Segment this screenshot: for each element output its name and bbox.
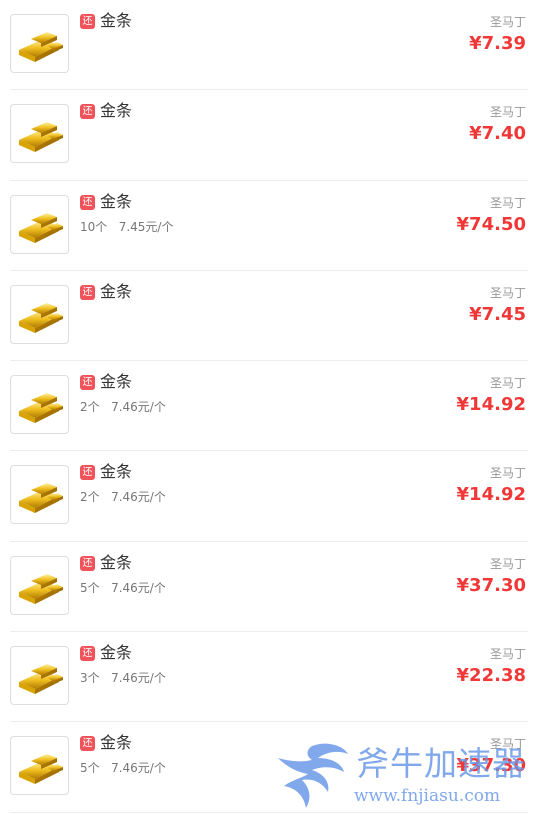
item-name: 金条 — [100, 372, 133, 392]
seller-name: 圣马丁 — [489, 647, 526, 662]
return-badge: 还 — [80, 736, 95, 752]
item-quantity: 3个 7.46元/个 — [80, 671, 166, 686]
item-quantity: 2个 7.46元/个 — [80, 490, 166, 505]
seller-name: 圣马丁 — [489, 195, 526, 210]
list-item[interactable]: 还 金条 圣马丁 ¥7.39 — [10, 0, 528, 91]
item-price: ¥14.92 — [456, 394, 526, 416]
list-item[interactable]: 还 金条 10个 7.45元/个 圣马丁 ¥74.50 — [10, 181, 528, 271]
list-item[interactable]: 还 金条 圣马丁 ¥7.45 — [10, 271, 528, 362]
item-price: ¥37.30 — [456, 574, 526, 596]
gold-bar-icon[interactable] — [10, 104, 69, 164]
return-badge: 还 — [80, 555, 95, 571]
return-badge: 还 — [80, 284, 95, 300]
return-badge: 还 — [80, 465, 95, 481]
item-quantity: 5个 7.46元/个 — [80, 761, 166, 776]
gold-bar-icon[interactable] — [10, 736, 69, 796]
return-badge: 还 — [80, 646, 95, 662]
gold-bar-icon[interactable] — [10, 646, 69, 706]
seller-name: 圣马丁 — [489, 556, 526, 571]
list-item[interactable]: 还 金条 5个 7.46元/个 圣马丁 ¥37.30 — [10, 542, 528, 633]
list-item[interactable]: 还 金条 2个 7.46元/个 圣马丁 ¥14.92 — [10, 451, 528, 542]
item-name: 金条 — [100, 191, 133, 211]
list-item[interactable]: 还 金条 5个 7.46元/个 圣马丁 ¥37.30 — [10, 722, 528, 813]
return-badge: 还 — [80, 104, 95, 120]
gold-bar-icon[interactable] — [10, 465, 69, 525]
gold-bar-icon[interactable] — [10, 284, 69, 344]
item-price: ¥7.39 — [469, 33, 526, 54]
item-quantity: 2个 7.46元/个 — [80, 400, 166, 415]
item-name: 金条 — [100, 552, 133, 572]
seller-name: 圣马丁 — [489, 466, 526, 481]
item-name: 金条 — [100, 101, 133, 121]
gold-bar-icon[interactable] — [10, 555, 69, 615]
item-price: ¥37.30 — [456, 755, 526, 777]
item-price: ¥7.45 — [469, 303, 526, 325]
list-item[interactable]: 还 金条 圣马丁 ¥7.40 — [10, 90, 528, 181]
seller-name: 圣马丁 — [489, 105, 526, 120]
item-name: 金条 — [100, 643, 133, 663]
return-badge: 还 — [80, 194, 95, 210]
item-name: 金条 — [100, 11, 133, 30]
item-price: ¥22.38 — [456, 665, 526, 687]
gold-bar-icon[interactable] — [10, 14, 69, 73]
list-item[interactable]: 还 金条 3个 7.46元/个 圣马丁 ¥22.38 — [10, 632, 528, 723]
item-price: ¥7.40 — [469, 123, 526, 145]
item-price: ¥14.92 — [456, 484, 526, 506]
list-item[interactable]: 还 金条 2个 7.46元/个 圣马丁 ¥14.92 — [10, 361, 528, 452]
seller-name: 圣马丁 — [489, 285, 526, 300]
item-name: 金条 — [100, 733, 133, 753]
seller-name: 圣马丁 — [489, 376, 526, 391]
return-badge: 还 — [80, 375, 95, 391]
return-badge: 还 — [80, 14, 95, 29]
seller-name: 圣马丁 — [489, 15, 526, 29]
gold-bar-icon[interactable] — [10, 375, 69, 435]
item-quantity: 5个 7.46元/个 — [80, 580, 166, 595]
seller-name: 圣马丁 — [489, 737, 526, 752]
item-name: 金条 — [100, 281, 133, 301]
gold-bar-icon[interactable] — [10, 194, 69, 254]
item-price: ¥74.50 — [456, 213, 526, 235]
item-name: 金条 — [100, 462, 133, 482]
item-list: 还 金条 圣马丁 ¥7.39 还 金条 圣马丁 ¥7.40 还 金条 10个 7… — [0, 0, 540, 813]
item-quantity: 10个 7.45元/个 — [80, 219, 174, 234]
